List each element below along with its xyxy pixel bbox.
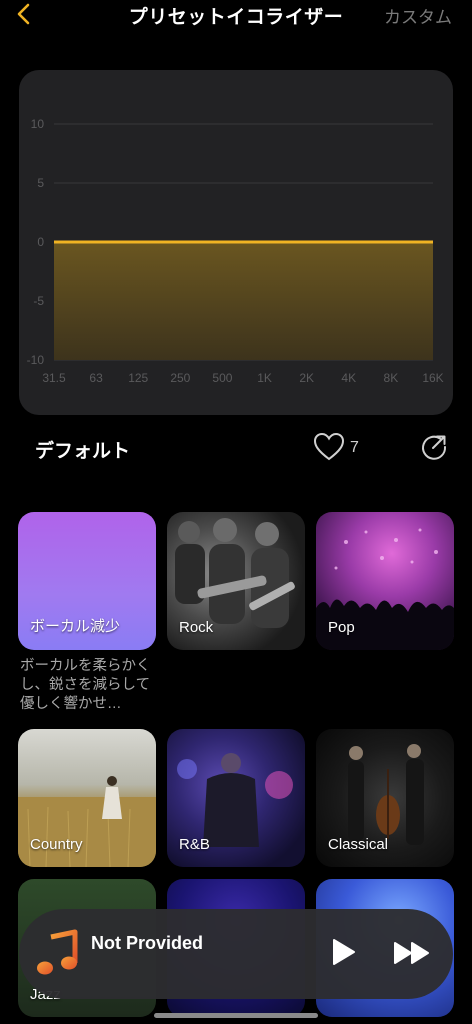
x-tick-label: 16K (422, 371, 443, 385)
x-tick-label: 250 (170, 371, 190, 385)
now-playing-title: Not Provided (91, 933, 204, 953)
x-tick-label: 63 (89, 371, 103, 385)
preset-tile-pop[interactable]: Pop (316, 512, 454, 650)
preset-tile-description: ボーカルを柔らかくし、鋭さを減らして優しく響かせ… (20, 658, 151, 712)
preset-tile-label: R&B (179, 836, 210, 853)
share-icon[interactable] (420, 433, 448, 461)
eq-fill-area (54, 242, 433, 360)
x-tick-label: 125 (128, 371, 148, 385)
preset-tile-label: Rock (179, 619, 214, 636)
preset-tile-rock[interactable]: Rock (167, 512, 305, 650)
preset-tile-vocal-reduction[interactable]: ボーカル減少 (18, 512, 156, 650)
preset-tile-label: Classical (328, 836, 389, 853)
heart-icon[interactable] (312, 432, 346, 462)
music-note-icon (37, 929, 78, 975)
x-tick-label: 8K (384, 371, 399, 385)
play-icon[interactable] (329, 937, 357, 967)
y-tick-label: -10 (27, 353, 45, 367)
x-tick-label: 2K (299, 371, 314, 385)
y-tick-label: 5 (37, 176, 44, 190)
header: プリセットイコライザー カスタム (0, 0, 472, 30)
y-tick-label: 0 (37, 235, 44, 249)
y-tick-label: -5 (33, 294, 44, 308)
x-tick-label: 31.5 (42, 371, 66, 385)
preset-tile-label: Country (30, 836, 83, 853)
x-tick-label: 4K (341, 371, 356, 385)
x-tick-label: 1K (257, 371, 272, 385)
preset-tile-country[interactable]: Country (18, 729, 156, 867)
preset-tile-label: Pop (328, 619, 355, 636)
mini-player[interactable]: Not Provided (19, 909, 453, 999)
eq-chart: 10 5 0 -5 -10 31.5 63 125 250 500 1K 2K 4K 8K 16K (27, 117, 444, 385)
preset-name: デフォルト (35, 441, 131, 462)
custom-button[interactable]: カスタム (384, 3, 452, 28)
eq-chart-card: 10 5 0 -5 -10 31.5 63 125 250 500 1K 2K 4K 8K 16K (19, 70, 453, 415)
preset-tile-rnb[interactable]: R&B (167, 729, 305, 867)
y-tick-label: 10 (31, 117, 45, 131)
preset-tile-label: ボーカル減少 (30, 618, 121, 635)
preset-tile-classical[interactable]: Classical (316, 729, 454, 867)
fast-forward-icon[interactable] (393, 941, 431, 965)
like-count: 7 (350, 439, 359, 456)
x-tick-label: 500 (212, 371, 232, 385)
home-indicator (154, 1013, 318, 1018)
